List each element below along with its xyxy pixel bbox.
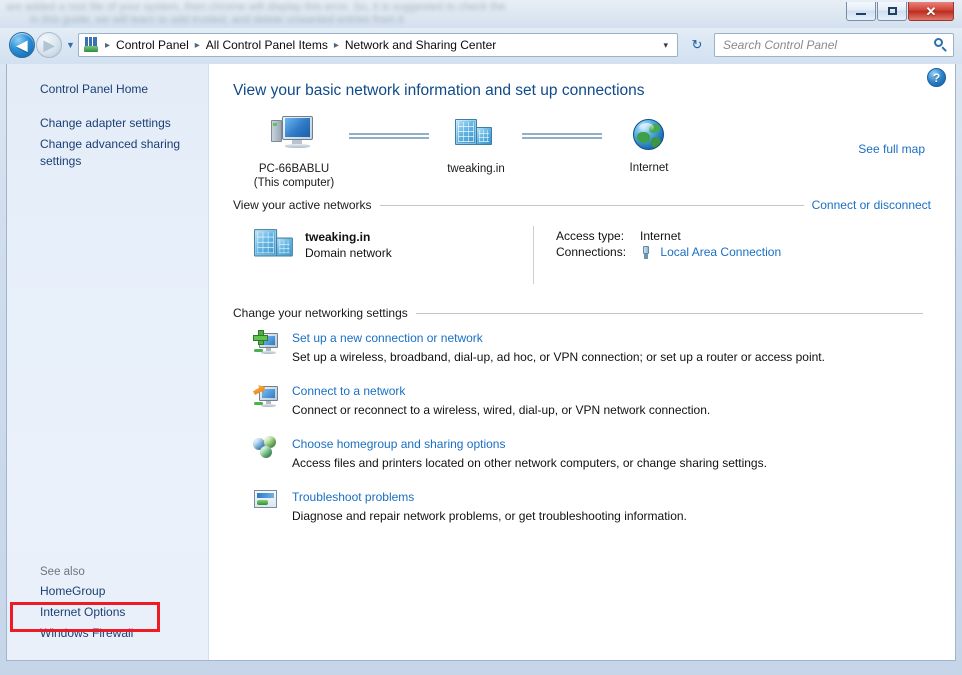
network-node-sublabel: (This computer) <box>253 177 335 189</box>
ethernet-plug-icon <box>640 245 652 260</box>
active-network-identity: tweaking.in Domain network <box>233 226 533 284</box>
detail-key: Access type: <box>556 229 625 243</box>
see-also-label: See also <box>40 566 85 578</box>
setting-description: Access files and printers located on oth… <box>292 456 767 470</box>
setting-item-connect-to-network[interactable]: Connect to a network Connect or reconnec… <box>253 383 931 419</box>
vertical-divider <box>533 226 534 284</box>
back-button[interactable]: ◀ <box>9 32 35 58</box>
minimize-button[interactable] <box>846 2 876 21</box>
page-title: View your basic network information and … <box>233 82 645 99</box>
sidebar-item-change-advanced-sharing-settings[interactable]: Change advanced sharing settings <box>7 134 208 172</box>
sidebar-item-change-adapter-settings[interactable]: Change adapter settings <box>7 113 208 134</box>
minimize-icon <box>856 12 866 15</box>
new-connection-icon <box>253 330 283 358</box>
active-networks-header: View your active networks Connect or dis… <box>209 198 955 212</box>
active-networks-heading: View your active networks <box>233 198 372 212</box>
window-frame: are added a root file of your system, th… <box>0 0 962 675</box>
network-node-label: PC-66BABLU <box>258 163 330 175</box>
setting-item-troubleshoot[interactable]: Troubleshoot problems Diagnose and repai… <box>253 489 931 525</box>
background-ghost-text-2: In this guide, we will learn to add trus… <box>30 14 404 26</box>
header-rule <box>415 312 923 314</box>
breadcrumb-separator[interactable]: ▸ <box>332 40 341 51</box>
sidebar-item-control-panel-home[interactable]: Control Panel Home <box>7 79 208 100</box>
background-ghost-text-1: are added a root file of your system, th… <box>6 1 506 13</box>
setting-title[interactable]: Choose homegroup and sharing options <box>292 436 767 453</box>
sidebar-item-windows-firewall[interactable]: Windows Firewall <box>7 623 208 644</box>
refresh-button[interactable]: ↻ <box>686 35 708 55</box>
domain-network-icon <box>253 226 295 264</box>
forward-arrow-icon: ▶ <box>43 37 55 53</box>
maximize-icon <box>887 7 897 15</box>
help-icon: ? <box>932 70 941 85</box>
back-arrow-icon: ◀ <box>16 37 28 53</box>
detail-value-cell: Local Area Connection <box>640 244 781 261</box>
homegroup-icon <box>253 436 283 464</box>
connect-network-icon <box>253 383 283 411</box>
see-full-map-link[interactable]: See full map <box>858 142 925 156</box>
help-button[interactable]: ? <box>927 68 946 87</box>
maximize-button[interactable] <box>877 2 907 21</box>
setting-item-homegroup[interactable]: Choose homegroup and sharing options Acc… <box>253 436 931 472</box>
local-area-connection-link[interactable]: Local Area Connection <box>660 245 781 259</box>
setting-title[interactable]: Set up a new connection or network <box>292 330 825 347</box>
breadcrumb-item-control-panel[interactable]: Control Panel <box>112 37 193 53</box>
recent-pages-chevron-down-icon[interactable]: ▼ <box>66 40 75 50</box>
server-icon <box>454 116 498 154</box>
search-box[interactable] <box>714 33 954 57</box>
sidebar: Control Panel Home Change adapter settin… <box>7 64 209 660</box>
search-input[interactable] <box>723 38 933 52</box>
network-map: PC-66BABLU (This computer) tweaking.in I… <box>209 114 955 192</box>
search-icon <box>933 37 949 53</box>
address-bar: ◀ ▶ ▼ ▸ Control Panel ▸ All Control Pane… <box>0 28 962 64</box>
setting-description: Connect or reconnect to a wireless, wire… <box>292 403 711 417</box>
detail-row-connections: Connections: Local Area Connection <box>556 244 781 261</box>
setting-description: Set up a wireless, broadband, dial-up, a… <box>292 350 825 364</box>
sidebar-item-internet-options[interactable]: Internet Options <box>7 602 208 623</box>
refresh-icon: ↻ <box>691 37 703 52</box>
networking-settings-heading: Change your networking settings <box>233 306 408 320</box>
setting-title[interactable]: Connect to a network <box>292 383 710 400</box>
breadcrumb[interactable]: ▸ Control Panel ▸ All Control Panel Item… <box>78 33 678 57</box>
active-network-type: Domain network <box>305 246 392 260</box>
troubleshoot-icon <box>253 489 283 517</box>
header-rule <box>379 204 804 206</box>
active-network-row: tweaking.in Domain network Access type: … <box>209 212 955 284</box>
sidebar-item-homegroup[interactable]: HomeGroup <box>7 581 208 602</box>
close-icon: ✕ <box>925 3 937 19</box>
active-network-details: Access type: Internet Connections: Local… <box>556 226 781 284</box>
breadcrumb-chevron-down-icon[interactable]: ▾ <box>656 40 675 51</box>
breadcrumb-separator[interactable]: ▸ <box>193 40 202 51</box>
title-bar: are added a root file of your system, th… <box>0 0 962 28</box>
detail-row-access-type: Access type: Internet <box>556 228 781 244</box>
navigation-buttons: ◀ ▶ ▼ <box>9 32 75 58</box>
network-node-internet[interactable]: Internet <box>584 117 714 175</box>
globe-icon <box>631 117 667 153</box>
window-controls: ✕ <box>846 2 954 21</box>
forward-button[interactable]: ▶ <box>36 32 62 58</box>
network-node-label: Internet <box>629 162 669 174</box>
close-button[interactable]: ✕ <box>908 2 954 21</box>
control-panel-icon <box>83 37 101 53</box>
setting-item-new-connection[interactable]: Set up a new connection or network Set u… <box>253 330 931 366</box>
detail-key: Connections: <box>556 245 627 260</box>
setting-description: Diagnose and repair network problems, or… <box>292 509 687 523</box>
networking-settings-header: Change your networking settings <box>209 306 955 320</box>
detail-value: Internet <box>640 229 681 243</box>
client-area: Control Panel Home Change adapter settin… <box>6 64 956 661</box>
breadcrumb-item-all-control-panel-items[interactable]: All Control Panel Items <box>202 37 332 53</box>
networking-settings-list: Set up a new connection or network Set u… <box>209 320 955 525</box>
active-network-name: tweaking.in <box>305 230 371 244</box>
main-content: ? View your basic network information an… <box>209 64 955 660</box>
breadcrumb-item-network-and-sharing-center[interactable]: Network and Sharing Center <box>341 37 500 53</box>
computer-icon <box>271 114 317 154</box>
network-node-this-computer[interactable]: PC-66BABLU (This computer) <box>229 114 359 190</box>
breadcrumb-separator[interactable]: ▸ <box>103 40 112 51</box>
network-node-label: tweaking.in <box>447 163 505 175</box>
network-node-domain[interactable]: tweaking.in <box>411 116 541 176</box>
setting-title[interactable]: Troubleshoot problems <box>292 489 687 506</box>
connect-or-disconnect-link[interactable]: Connect or disconnect <box>812 198 931 212</box>
see-also-section: See also HomeGroup Internet Options Wind… <box>7 566 208 644</box>
